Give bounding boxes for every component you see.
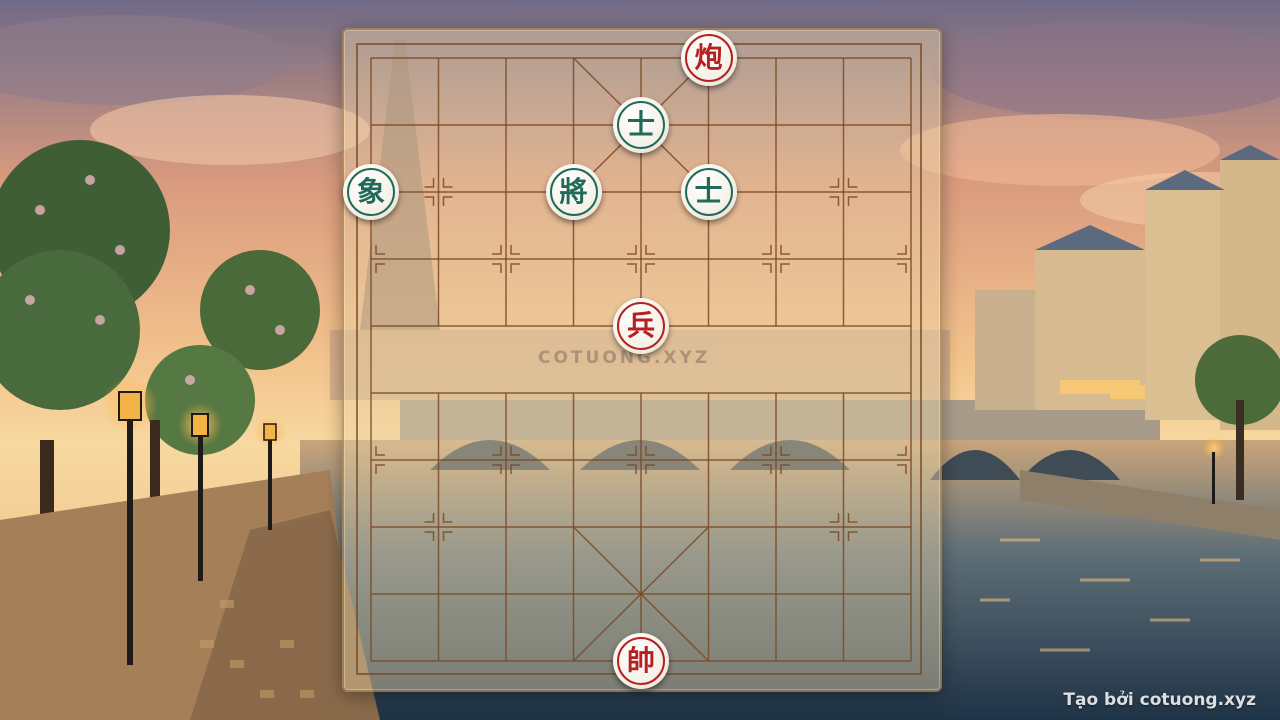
black-advisor-piece[interactable]: 士	[680, 164, 737, 220]
position-marker	[424, 531, 435, 541]
piece-glyph: 帥	[626, 644, 655, 677]
position-marker	[762, 464, 772, 474]
black-general-piece[interactable]: 將	[545, 164, 602, 220]
position-marker	[762, 263, 772, 273]
position-marker	[627, 263, 637, 273]
position-marker	[829, 531, 840, 541]
position-marker	[627, 464, 637, 474]
position-marker	[645, 263, 655, 273]
position-marker	[829, 196, 840, 206]
red-general-piece[interactable]: 帥	[613, 633, 669, 689]
position-marker	[492, 464, 502, 474]
position-marker	[424, 178, 435, 188]
position-marker	[847, 531, 858, 541]
position-marker	[780, 263, 790, 273]
black-advisor-piece[interactable]: 士	[613, 97, 669, 153]
position-marker	[645, 464, 655, 474]
position-marker	[780, 464, 790, 474]
piece-glyph: 兵	[626, 309, 655, 342]
position-marker	[829, 513, 840, 523]
position-marker	[847, 178, 858, 188]
credit-text: Tạo bởi cotuong.xyz	[1063, 690, 1256, 710]
position-marker	[442, 178, 453, 188]
piece-glyph: 將	[559, 175, 588, 208]
position-marker	[897, 245, 907, 255]
piece-glyph: 士	[694, 175, 723, 208]
position-marker	[847, 196, 858, 206]
piece-glyph: 士	[626, 108, 655, 141]
position-marker	[829, 178, 840, 188]
position-marker	[762, 446, 772, 456]
position-marker	[510, 263, 520, 273]
position-marker	[510, 464, 520, 474]
position-marker	[442, 513, 453, 523]
red-soldier-piece[interactable]: 兵	[613, 298, 669, 354]
position-marker	[375, 263, 385, 273]
position-marker	[645, 245, 655, 255]
position-marker	[442, 531, 453, 541]
position-marker	[627, 446, 637, 456]
position-marker	[645, 446, 655, 456]
position-marker	[627, 245, 637, 255]
position-marker	[424, 513, 435, 523]
position-marker	[492, 245, 502, 255]
position-marker	[897, 263, 907, 273]
position-marker	[847, 513, 858, 523]
position-marker	[375, 245, 385, 255]
position-marker	[492, 263, 502, 273]
position-marker	[492, 446, 502, 456]
piece-glyph: 炮	[694, 41, 723, 74]
position-marker	[510, 245, 520, 255]
position-marker	[375, 464, 385, 474]
position-marker	[897, 446, 907, 456]
position-marker	[780, 446, 790, 456]
red-cannon-piece[interactable]: 炮	[680, 30, 737, 86]
position-marker	[780, 245, 790, 255]
position-marker	[442, 196, 453, 206]
position-marker	[897, 464, 907, 474]
position-marker	[510, 446, 520, 456]
position-marker	[375, 446, 385, 456]
black-elephant-piece[interactable]: 象	[343, 164, 399, 220]
position-marker	[762, 245, 772, 255]
piece-glyph: 象	[356, 175, 385, 208]
position-marker	[424, 196, 435, 206]
